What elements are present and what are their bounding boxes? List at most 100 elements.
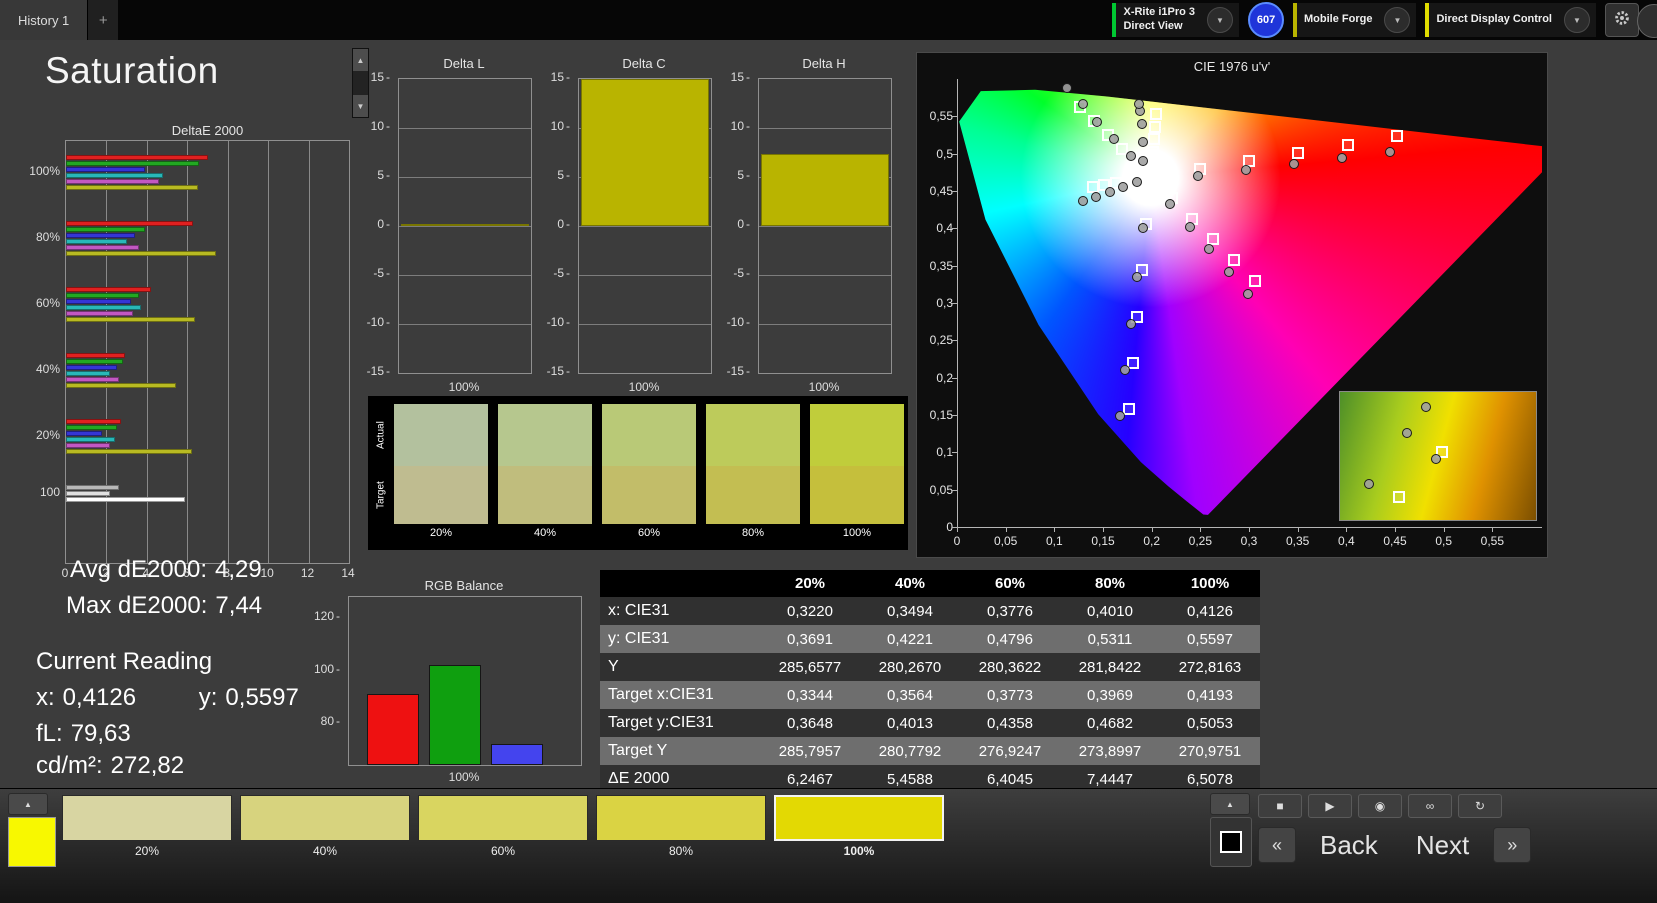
pattern-button[interactable]: 60% [418,795,588,861]
target-point [1150,108,1163,121]
y-tick-label: 0 [716,217,750,231]
swatch-columns: 20% 40% 60% 80% 100% [394,404,904,542]
rgb-bar [429,665,481,765]
table-header-cell: 100% [1160,570,1260,597]
down-arrow-icon: ▼ [356,101,365,111]
grid-line [399,275,531,276]
capture-button[interactable]: ◉ [1358,794,1402,818]
pattern-button[interactable]: 20% [62,795,232,861]
actual-row-label: Actual [375,421,387,449]
tab-history-1[interactable]: History 1 [0,0,89,40]
y-tick-label: 15 [356,70,390,84]
y-tick-label: 0,05 [929,482,953,497]
tick-mark [1200,527,1202,532]
video-window-button[interactable] [1210,817,1252,867]
target-point [1392,490,1405,503]
pattern-label: 80% [668,844,694,858]
delta-chart-title: Delta C [622,56,666,71]
table-cell: 285,6577 [760,653,860,681]
pattern-button[interactable]: 40% [240,795,410,861]
table-row: Target y:CIE31 0,3648 0,4013 0,4358 0,4682 0,… [600,709,1260,737]
stop-button[interactable]: ■ [1258,794,1302,818]
table-cell: 0,5053 [1160,709,1260,737]
play-icon: ▶ [1325,799,1335,813]
grid-line [308,141,310,563]
grid-line [399,226,531,227]
display-control-selector[interactable]: Direct Display Control ▼ [1425,3,1596,37]
loop-icon: ∞ [1425,799,1435,813]
swatch-column: 80% [706,404,800,542]
x-tick-label: 14 [341,566,355,580]
tick-mark [952,415,957,416]
measured-point [1132,271,1143,282]
grid-line [399,177,531,178]
y-tick-label: 0 [536,217,570,231]
table-cell: 0,4796 [960,625,1060,653]
delta-chart-plot [578,78,712,374]
x-tick-label: 0,5 [1435,534,1452,548]
loop-button[interactable]: ∞ [1408,794,1452,818]
capture-icon: ◉ [1374,799,1386,813]
deltae-bar [66,359,123,364]
measurement-table: 20% 40% 60% 80% 100% x: CIE31 0,3220 0,3494 0,37… [600,570,1260,793]
table-cell: 0,3344 [760,681,860,709]
meter-dropdown-arrow[interactable]: ▼ [1207,7,1234,33]
max-de2000: Max dE2000: 7,44 [66,592,263,619]
cie-chart-title: CIE 1976 u'v' [1193,59,1271,74]
deltae-bar [66,233,135,238]
table-cell: 280,3622 [960,653,1060,681]
swatch-column: 40% [498,404,592,542]
pattern-label: 40% [312,844,338,858]
delta-chart-plot [398,78,532,374]
pattern-button[interactable]: 100% [774,795,944,861]
table-cell: 0,3220 [760,597,860,625]
bottom-bar: ▲ 20% 40% 60% 80% 100% ▲ ■ ▶ ◉ ∞ ↻ « Back Next » [0,788,1657,903]
pattern-swatch [240,795,410,841]
measured-point [1288,159,1299,170]
meter-selector[interactable]: X-Rite i1Pro 3 Direct View ▼ [1112,3,1240,37]
expand-patterns-button[interactable]: ▲ [8,793,48,815]
source-dropdown-arrow[interactable]: ▼ [1384,7,1411,33]
deltae-bar [66,485,119,490]
actual-swatch [602,404,696,466]
table-cell: 0,5311 [1060,625,1160,653]
settings-button[interactable] [1605,3,1639,37]
table-cell: 272,8163 [1160,653,1260,681]
scroll-down-button[interactable]: ▼ [353,95,368,117]
y-tick-label: 0,4 [936,221,953,236]
grid-line [268,141,270,563]
refresh-button[interactable]: ↻ [1458,794,1502,818]
add-tab-button[interactable]: + [88,0,119,40]
back-chevron-button[interactable]: « [1258,827,1296,863]
deltae-bar [66,365,117,370]
current-xy: x: 0,4126 y: 0,5597 [36,684,299,712]
deltae-bar [66,221,194,226]
pattern-button[interactable]: 80% [596,795,766,861]
deltae-bar [66,287,151,292]
expand-controls-button[interactable]: ▲ [1210,793,1250,815]
target-swatch [498,466,592,524]
deltae-bar [66,491,111,496]
tick-mark [1443,527,1445,532]
deltae-bar [66,161,200,166]
next-button[interactable]: Next [1402,830,1483,861]
grid-line [187,141,189,563]
back-button[interactable]: Back [1306,830,1392,861]
deltae-bar [66,173,164,178]
target-point [1148,133,1161,146]
delta-chart-title: Delta L [443,56,485,71]
table-cell: 0,5597 [1160,625,1260,653]
swatch-label: 60% [637,527,661,539]
display-control-dropdown-arrow[interactable]: ▼ [1564,7,1590,33]
next-chevron-button[interactable]: » [1493,827,1532,863]
y-tick-label: 120 [306,609,340,623]
row-label-cell: Target y:CIE31 [600,709,760,737]
source-selector[interactable]: Mobile Forge ▼ [1293,3,1417,37]
deltae-bar [66,497,186,502]
swatch-label: 80% [741,527,765,539]
x-tick-label: 0,55 [1480,534,1504,548]
table-cell: 0,4010 [1060,597,1160,625]
scroll-up-button[interactable]: ▲ [353,49,368,71]
tick-mark [1054,527,1056,532]
play-button[interactable]: ▶ [1308,794,1352,818]
